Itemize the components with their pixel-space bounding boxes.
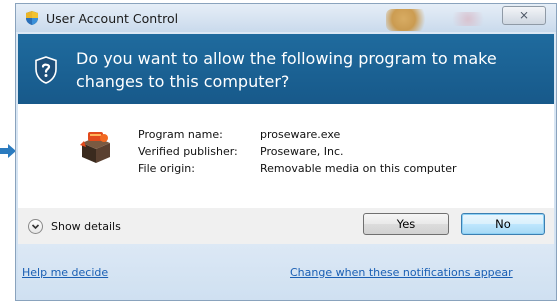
- title-bar: User Account Control ⨯: [16, 4, 556, 32]
- program-info-values: proseware.exe Proseware, Inc. Removable …: [260, 126, 457, 177]
- publisher-label: Verified publisher:: [138, 145, 238, 158]
- program-name-label: Program name:: [138, 128, 223, 141]
- program-name-value: proseware.exe: [260, 128, 341, 141]
- window-title: User Account Control: [46, 11, 179, 26]
- question-header: Do you want to allow the following progr…: [18, 34, 554, 104]
- close-button[interactable]: ⨯: [502, 6, 546, 25]
- show-details-label: Show details: [51, 220, 121, 233]
- help-me-decide-link[interactable]: Help me decide: [22, 266, 108, 279]
- titlebar-glow: [386, 9, 430, 31]
- uac-dialog: User Account Control ⨯ Do you want to al…: [15, 3, 557, 301]
- close-icon: ⨯: [518, 8, 530, 22]
- uac-shield-icon: [26, 11, 38, 25]
- program-info-labels: Program name: Verified publisher: File o…: [138, 126, 238, 177]
- program-info-panel: Program name: Verified publisher: File o…: [18, 104, 554, 208]
- publisher-value: Proseware, Inc.: [260, 145, 344, 158]
- program-box-icon: [80, 132, 110, 163]
- pointer-arrow-icon: [0, 144, 16, 158]
- file-origin-label: File origin:: [138, 162, 195, 175]
- titlebar-glow-secondary: [448, 12, 488, 26]
- yes-button[interactable]: Yes: [363, 213, 449, 235]
- action-bar: Show details Yes No: [18, 208, 554, 244]
- chevron-down-circle-icon: [28, 219, 43, 234]
- uac-question: Do you want to allow the following progr…: [76, 49, 497, 91]
- change-notifications-link[interactable]: Change when these notifications appear: [290, 266, 513, 279]
- links-bar: Help me decide Change when these notific…: [18, 244, 554, 300]
- question-shield-icon: [35, 56, 57, 84]
- show-details-button[interactable]: Show details: [28, 219, 121, 234]
- file-origin-value: Removable media on this computer: [260, 162, 457, 175]
- no-button[interactable]: No: [461, 213, 545, 235]
